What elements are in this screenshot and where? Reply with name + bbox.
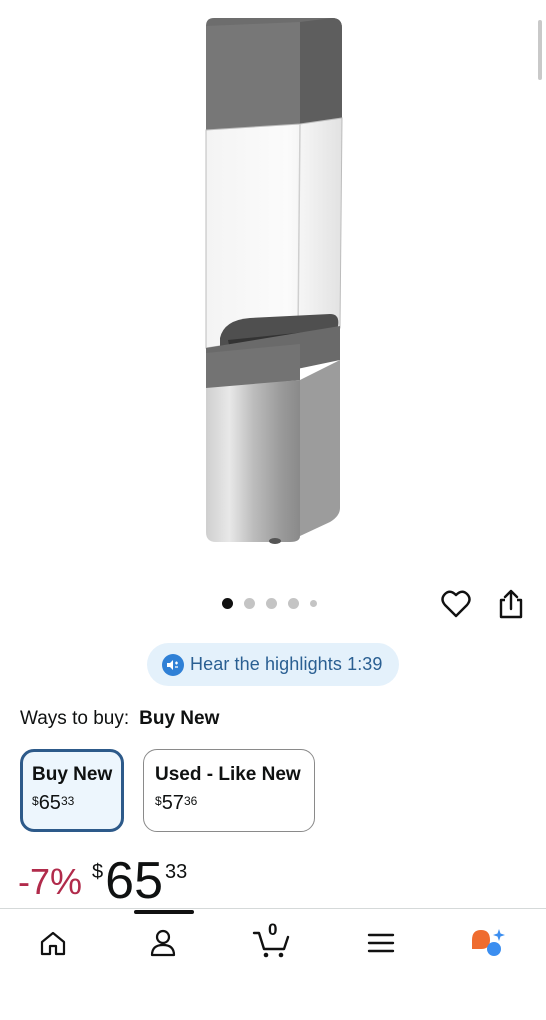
wishlist-heart-icon[interactable] xyxy=(439,587,473,621)
currency-symbol: $ xyxy=(92,861,104,883)
bottom-nav: 0 xyxy=(0,908,546,1020)
carousel-dot[interactable] xyxy=(222,598,233,609)
active-tab-indicator xyxy=(134,910,194,914)
buy-option-price: $ 65 33 xyxy=(32,792,121,815)
price-whole: 57 xyxy=(161,792,184,814)
nav-home[interactable] xyxy=(33,923,73,963)
currency-symbol: $ xyxy=(155,794,162,808)
buy-option-new[interactable]: Buy New $ 65 33 xyxy=(20,749,124,832)
carousel-dot[interactable] xyxy=(310,600,317,607)
nav-rufus-assistant[interactable] xyxy=(468,923,508,963)
price-fraction: 33 xyxy=(60,794,75,808)
nav-menu[interactable] xyxy=(361,923,401,963)
cart-count: 0 xyxy=(268,920,278,939)
nav-account[interactable] xyxy=(143,923,183,963)
ways-to-buy-selected: Buy New xyxy=(139,708,220,729)
account-icon xyxy=(150,929,176,957)
price-whole: 65 xyxy=(105,852,163,910)
carousel-dot[interactable] xyxy=(244,598,255,609)
hear-highlights-label: Hear the highlights 1:39 xyxy=(190,654,383,674)
buy-option-used[interactable]: Used - Like New $ 57 36 xyxy=(143,749,315,832)
menu-icon xyxy=(367,933,395,953)
home-icon xyxy=(40,931,66,956)
hear-highlights-button[interactable]: Hear the highlights 1:39 xyxy=(147,643,399,686)
discount-percent: -7% xyxy=(18,861,83,902)
buy-option-title: Buy New xyxy=(32,764,113,785)
speaker-icon xyxy=(162,653,184,676)
scrollbar[interactable] xyxy=(538,20,542,80)
ways-to-buy-label: Ways to buy: xyxy=(20,708,130,729)
price-fraction: 36 xyxy=(183,794,198,808)
main-price: -7% $ 65 33 xyxy=(18,853,187,909)
price-whole: 65 xyxy=(38,792,61,814)
rufus-icon xyxy=(472,929,505,956)
image-carousel-dots[interactable] xyxy=(222,598,317,609)
buy-option-title: Used - Like New xyxy=(155,764,301,785)
ways-to-buy: Ways to buy: Buy New xyxy=(20,708,219,730)
carousel-dot[interactable] xyxy=(266,598,277,609)
price-fraction: 33 xyxy=(165,861,188,883)
buy-option-price: $ 57 36 xyxy=(155,792,314,815)
share-icon[interactable] xyxy=(494,587,528,621)
product-image[interactable] xyxy=(180,8,370,560)
nav-cart[interactable]: 0 xyxy=(252,920,292,963)
currency-symbol: $ xyxy=(32,794,39,808)
carousel-dot[interactable] xyxy=(288,598,299,609)
